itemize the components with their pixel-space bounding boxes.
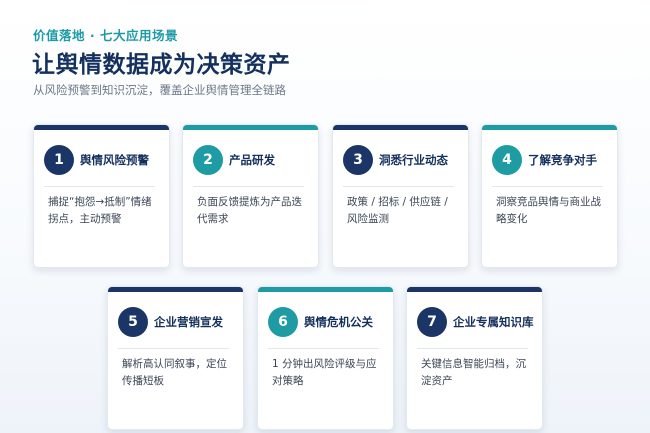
card-accent-bar bbox=[108, 287, 243, 292]
card-title: 企业专属知识库 bbox=[453, 315, 534, 329]
card-number-badge: 7 bbox=[417, 307, 447, 337]
card-description: 负面反馈提炼为产品迭代需求 bbox=[197, 196, 302, 225]
card-title: 企业营销宣发 bbox=[154, 315, 223, 329]
scenario-card-1: 1 舆情风险预警 捕捉“抱怨→抵制”情绪拐点，主动预警 bbox=[33, 124, 170, 268]
card-title: 了解竞争对手 bbox=[528, 153, 597, 167]
scenario-card-7: 7 企业专属知识库 关键信息智能归档，沉淀资产 bbox=[406, 286, 543, 430]
card-accent-bar bbox=[407, 287, 542, 292]
card-number-badge: 3 bbox=[343, 145, 373, 175]
card-accent-bar bbox=[258, 287, 393, 292]
card-description: 1 分钟出风险评级与应对策略 bbox=[272, 358, 377, 387]
card-accent-bar bbox=[34, 125, 169, 130]
scenario-card-5: 5 企业营销宣发 解析高认同叙事，定位传播短板 bbox=[107, 286, 244, 430]
eyebrow-label: 价值落地 · 七大应用场景 bbox=[33, 28, 178, 43]
card-divider bbox=[417, 348, 528, 349]
card-accent-bar bbox=[183, 125, 318, 130]
card-number-badge: 1 bbox=[44, 145, 74, 175]
scenario-card-2: 2 产品研发 负面反馈提炼为产品迭代需求 bbox=[182, 124, 319, 268]
card-description: 政策 / 招标 / 供应链 / 风险监测 bbox=[347, 196, 448, 225]
card-accent-bar bbox=[333, 125, 468, 130]
card-accent-bar bbox=[482, 125, 617, 130]
scenario-card-3: 3 洞悉行业动态 政策 / 招标 / 供应链 / 风险监测 bbox=[332, 124, 469, 268]
card-title: 产品研发 bbox=[229, 153, 275, 167]
scenario-card-6: 6 舆情危机公关 1 分钟出风险评级与应对策略 bbox=[257, 286, 394, 430]
card-divider bbox=[44, 186, 155, 187]
card-divider bbox=[492, 186, 603, 187]
card-divider bbox=[268, 348, 379, 349]
card-description: 关键信息智能归档，沉淀资产 bbox=[421, 358, 526, 387]
card-divider bbox=[193, 186, 304, 187]
card-title: 舆情风险预警 bbox=[80, 153, 149, 167]
card-divider bbox=[343, 186, 454, 187]
card-number-badge: 2 bbox=[193, 145, 223, 175]
scenario-card-4: 4 了解竞争对手 洞察竞品舆情与商业战略变化 bbox=[481, 124, 618, 268]
card-title: 舆情危机公关 bbox=[304, 315, 373, 329]
card-number-badge: 4 bbox=[492, 145, 522, 175]
card-title: 洞悉行业动态 bbox=[379, 153, 448, 167]
card-number-badge: 6 bbox=[268, 307, 298, 337]
card-description: 洞察竞品舆情与商业战略变化 bbox=[496, 196, 601, 225]
card-description: 解析高认同叙事，定位传播短板 bbox=[122, 358, 227, 387]
page-subtitle: 从风险预警到知识沉淀，覆盖企业舆情管理全链路 bbox=[33, 83, 286, 97]
card-description: 捕捉“抱怨→抵制”情绪拐点，主动预警 bbox=[48, 196, 152, 225]
card-number-badge: 5 bbox=[118, 307, 148, 337]
page-title: 让舆情数据成为决策资产 bbox=[32, 52, 291, 78]
card-divider bbox=[118, 348, 229, 349]
